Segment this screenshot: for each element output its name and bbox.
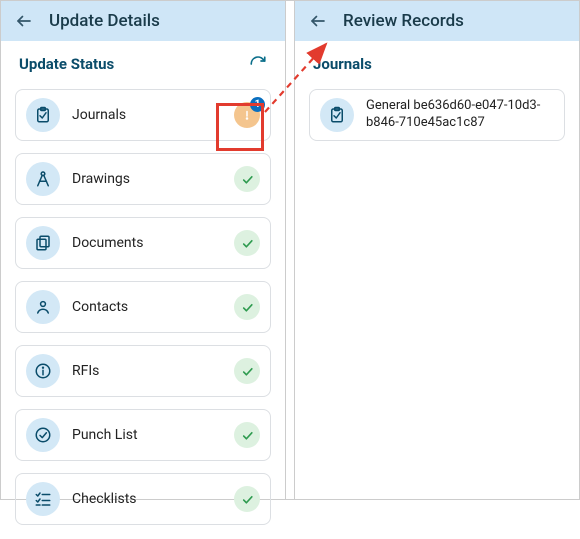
status-ok-icon [234, 230, 260, 256]
clipboard-icon [320, 98, 354, 132]
status-ok-icon [234, 486, 260, 512]
row-label: Documents [72, 235, 222, 251]
update-details-header: Update Details [1, 1, 285, 41]
update-status-section-row: Update Status [1, 41, 285, 83]
back-arrow-icon[interactable] [309, 12, 327, 30]
status-ok-icon [234, 422, 260, 448]
refresh-icon[interactable] [249, 55, 267, 73]
update-details-panel: Update Details Update Status Journals 1 Dr… [1, 1, 286, 499]
status-row-journals[interactable]: Journals 1 [15, 89, 271, 141]
status-ok-icon [234, 166, 260, 192]
status-row-punch-list[interactable]: Punch List [15, 409, 271, 461]
row-label: Checklists [72, 491, 222, 507]
update-status-title: Update Status [19, 55, 114, 73]
back-arrow-icon[interactable] [15, 12, 33, 30]
info-icon [26, 354, 60, 388]
status-row-rfis[interactable]: RFIs [15, 345, 271, 397]
clipboard-icon [26, 98, 60, 132]
status-ok-icon [234, 294, 260, 320]
review-records-header: Review Records [295, 1, 579, 41]
records-list: General be636d60-e047-10d3-b846-710e45ac… [295, 83, 579, 155]
status-list: Journals 1 Drawings Documents Contacts RFIs Pu… [1, 83, 285, 539]
status-row-drawings[interactable]: Drawings [15, 153, 271, 205]
update-details-title: Update Details [49, 11, 160, 31]
row-label: Punch List [72, 427, 222, 443]
record-label: General be636d60-e047-10d3-b846-710e45ac… [366, 98, 554, 132]
documents-icon [26, 226, 60, 260]
status-row-checklists[interactable]: Checklists [15, 473, 271, 525]
review-section-title: Journals [313, 55, 372, 73]
checklist-icon [26, 482, 60, 516]
row-label: RFIs [72, 363, 222, 379]
status-warn-icon: 1 [234, 102, 260, 128]
compass-icon [26, 162, 60, 196]
review-records-panel: Review Records Journals General be636d60… [294, 1, 579, 499]
row-label: Contacts [72, 299, 222, 315]
review-section-row: Journals [295, 41, 579, 83]
status-ok-icon [234, 358, 260, 384]
contact-icon [26, 290, 60, 324]
row-label: Drawings [72, 171, 222, 187]
row-label: Journals [72, 107, 222, 123]
app-container: Update Details Update Status Journals 1 Dr… [0, 0, 580, 500]
status-row-documents[interactable]: Documents [15, 217, 271, 269]
record-row[interactable]: General be636d60-e047-10d3-b846-710e45ac… [309, 89, 565, 141]
notification-badge: 1 [250, 97, 265, 112]
review-records-title: Review Records [343, 11, 464, 31]
punch-icon [26, 418, 60, 452]
status-row-contacts[interactable]: Contacts [15, 281, 271, 333]
